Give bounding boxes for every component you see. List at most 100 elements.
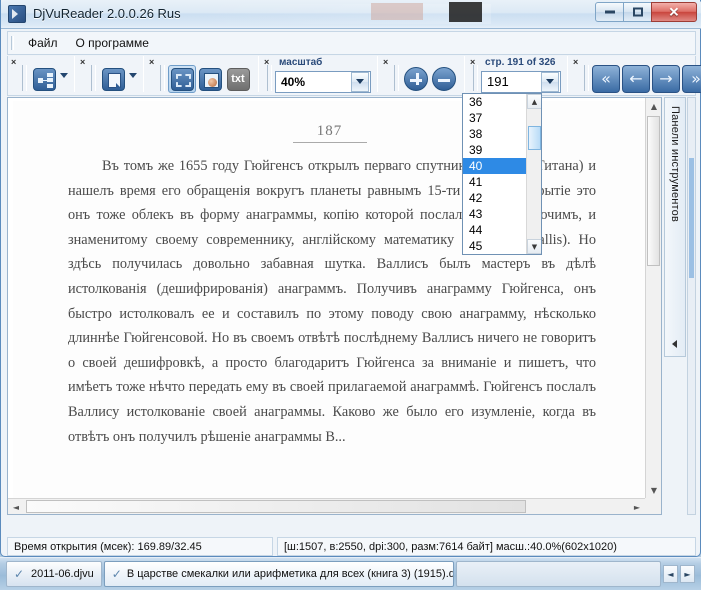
maximize-button[interactable] bbox=[623, 2, 652, 22]
taskbar-empty-area bbox=[455, 561, 661, 587]
page-number-combobox[interactable]: 191 bbox=[481, 70, 561, 93]
close-toolbar-layout-icon[interactable]: × bbox=[11, 58, 16, 67]
scroll-right-icon[interactable]: ► bbox=[629, 499, 645, 514]
window-controls: ✕ bbox=[595, 2, 697, 22]
dropdown-scroll-up-icon[interactable]: ▲ bbox=[527, 94, 541, 109]
dropdown-option[interactable]: 39 bbox=[463, 142, 526, 158]
taskbar-item-document-2[interactable]: ✓ В царстве смекалки или арифметика для … bbox=[103, 561, 454, 587]
djvu-file-icon: ✓ bbox=[14, 567, 25, 581]
dropdown-option-selected[interactable]: 40 bbox=[463, 158, 526, 174]
page-dropdown-caret-icon[interactable] bbox=[129, 72, 137, 78]
select-rectangle-icon[interactable] bbox=[168, 65, 196, 93]
minimize-icon bbox=[604, 10, 615, 14]
dock-collapse-caret-icon[interactable] bbox=[672, 340, 677, 348]
first-page-icon[interactable]: « bbox=[592, 65, 620, 93]
taskbar-item-document-1[interactable]: ✓ 2011-06.djvu bbox=[6, 561, 102, 587]
close-toolbar-nav-icon[interactable]: × bbox=[573, 58, 578, 67]
toolbar-separator bbox=[377, 56, 378, 92]
dock-rail-thumb[interactable] bbox=[689, 158, 694, 278]
dropdown-option[interactable]: 42 bbox=[463, 190, 526, 206]
dock-rail[interactable] bbox=[687, 97, 696, 515]
toolbars-dock-label: Панели инструментов bbox=[669, 106, 681, 223]
dropdown-option[interactable]: 41 bbox=[463, 174, 526, 190]
dropdown-option[interactable]: 45 bbox=[463, 238, 526, 254]
page-number-dropdown-items: 36 37 38 39 40 41 42 43 44 45 bbox=[463, 94, 526, 254]
toolbar-separator bbox=[567, 56, 568, 92]
previous-page-icon[interactable]: ← bbox=[622, 65, 650, 93]
close-toolbar-tools-icon[interactable]: × bbox=[149, 58, 154, 67]
toolbar-grip-layout[interactable] bbox=[22, 65, 27, 91]
last-page-icon[interactable]: » bbox=[682, 65, 701, 93]
scroll-down-icon[interactable]: ▼ bbox=[646, 482, 661, 498]
close-toolbar-page-icon[interactable]: × bbox=[80, 58, 85, 67]
toolbars-dock-panel[interactable]: Панели инструментов bbox=[664, 97, 686, 357]
image-tool-icon[interactable] bbox=[196, 65, 224, 93]
zoom-out-icon[interactable] bbox=[430, 65, 458, 93]
page-number-dropdown-list[interactable]: 36 37 38 39 40 41 42 43 44 45 ▲ ▼ bbox=[462, 93, 542, 255]
toolbar-group-navigation: × « ← → » bbox=[570, 56, 701, 94]
page-view-icon[interactable] bbox=[99, 65, 127, 93]
zoom-level-value: 40% bbox=[281, 74, 306, 89]
scale-label: масштаб bbox=[279, 57, 323, 68]
taskbar: ✓ 2011-06.djvu ✓ В царстве смекалки или … bbox=[0, 557, 701, 590]
toolbar-group-layout: × bbox=[8, 56, 72, 94]
dropdown-scroll-thumb[interactable] bbox=[528, 126, 541, 150]
dropdown-option[interactable]: 38 bbox=[463, 126, 526, 142]
toolbar-grip-scale[interactable] bbox=[267, 65, 272, 91]
toolbar-grip-tools[interactable] bbox=[160, 65, 165, 91]
menu-item-about[interactable]: О программе bbox=[67, 33, 158, 53]
dropdown-option[interactable]: 44 bbox=[463, 222, 526, 238]
page-header-rule bbox=[292, 142, 367, 143]
minimize-button[interactable] bbox=[595, 2, 624, 22]
document-page: 187 Въ томъ же 1655 году Гюйгенсъ открыл… bbox=[13, 101, 646, 503]
menu-grip[interactable] bbox=[11, 36, 14, 50]
page-header-number: 187 bbox=[13, 123, 646, 143]
status-open-time: Время открытия (мсек): 169.89/32.45 bbox=[7, 537, 273, 556]
layout-dropdown-caret-icon[interactable] bbox=[60, 72, 68, 78]
toolbar-grip-zoom[interactable] bbox=[394, 65, 399, 91]
close-toolbar-zoom-icon[interactable]: × bbox=[383, 58, 388, 67]
dropdown-option[interactable]: 37 bbox=[463, 110, 526, 126]
taskbar-scroll-right-icon[interactable]: ► bbox=[680, 565, 695, 583]
page-number-dropdown-icon[interactable] bbox=[541, 71, 559, 92]
scrollbar-corner bbox=[645, 498, 661, 514]
title-bar[interactable]: DjVuReader 2.0.0.26 Rus ✕ bbox=[1, 0, 701, 29]
toolbar-group-page: × bbox=[77, 56, 141, 94]
zoom-in-icon[interactable] bbox=[402, 65, 430, 93]
close-toolbar-scale-icon[interactable]: × bbox=[264, 58, 269, 67]
dropdown-scroll-down-icon[interactable]: ▼ bbox=[527, 239, 541, 254]
dropdown-option[interactable]: 36 bbox=[463, 94, 526, 110]
dropdown-option[interactable]: 43 bbox=[463, 206, 526, 222]
next-page-icon[interactable]: → bbox=[652, 65, 680, 93]
application-window: DjVuReader 2.0.0.26 Rus ✕ Файл О програм… bbox=[0, 0, 701, 557]
horizontal-scroll-thumb[interactable] bbox=[26, 500, 526, 513]
tree-layout-icon[interactable] bbox=[30, 65, 58, 93]
document-vertical-scrollbar[interactable]: ▲ ▼ bbox=[645, 98, 661, 498]
text-tool-icon[interactable]: txt bbox=[224, 65, 252, 93]
taskbar-item-label: В царстве смекалки или арифметика для вс… bbox=[126, 568, 454, 580]
close-button[interactable]: ✕ bbox=[651, 2, 697, 22]
close-toolbar-pagenum-icon[interactable]: × bbox=[470, 58, 475, 67]
taskbar-items: ✓ 2011-06.djvu ✓ В царстве смекалки или … bbox=[6, 561, 661, 587]
zoom-level-dropdown-icon[interactable] bbox=[351, 71, 369, 92]
toolbar-grip-page[interactable] bbox=[91, 65, 96, 91]
document-viewport[interactable]: 187 Въ томъ же 1655 году Гюйгенсъ открыл… bbox=[7, 97, 662, 515]
vertical-scroll-thumb[interactable] bbox=[647, 116, 660, 266]
toolbar: × × × txt × масштаб 40% × × стр. 191 of … bbox=[7, 56, 701, 96]
toolbar-separator bbox=[258, 56, 259, 92]
toolbar-group-tools: × txt bbox=[146, 56, 256, 94]
menu-item-file[interactable]: Файл bbox=[19, 33, 67, 53]
dropdown-scrollbar[interactable]: ▲ ▼ bbox=[526, 94, 541, 254]
taskbar-navigation: ◄ ► bbox=[663, 561, 695, 587]
toolbar-grip-nav[interactable] bbox=[584, 65, 589, 91]
scroll-left-icon[interactable]: ◄ bbox=[8, 499, 24, 514]
zoom-level-combobox[interactable]: 40% bbox=[275, 70, 371, 93]
taskbar-scroll-left-icon[interactable]: ◄ bbox=[663, 565, 678, 583]
djvu-app-icon bbox=[8, 5, 26, 23]
document-horizontal-scrollbar[interactable]: ◄ ► bbox=[8, 498, 645, 514]
toolbar-grip-pagenum[interactable] bbox=[473, 65, 478, 91]
toolbar-separator bbox=[143, 56, 144, 92]
scroll-up-icon[interactable]: ▲ bbox=[646, 98, 661, 114]
taskbar-item-label: 2011-06.djvu bbox=[31, 568, 94, 580]
page-header-number-value: 187 bbox=[316, 123, 343, 139]
